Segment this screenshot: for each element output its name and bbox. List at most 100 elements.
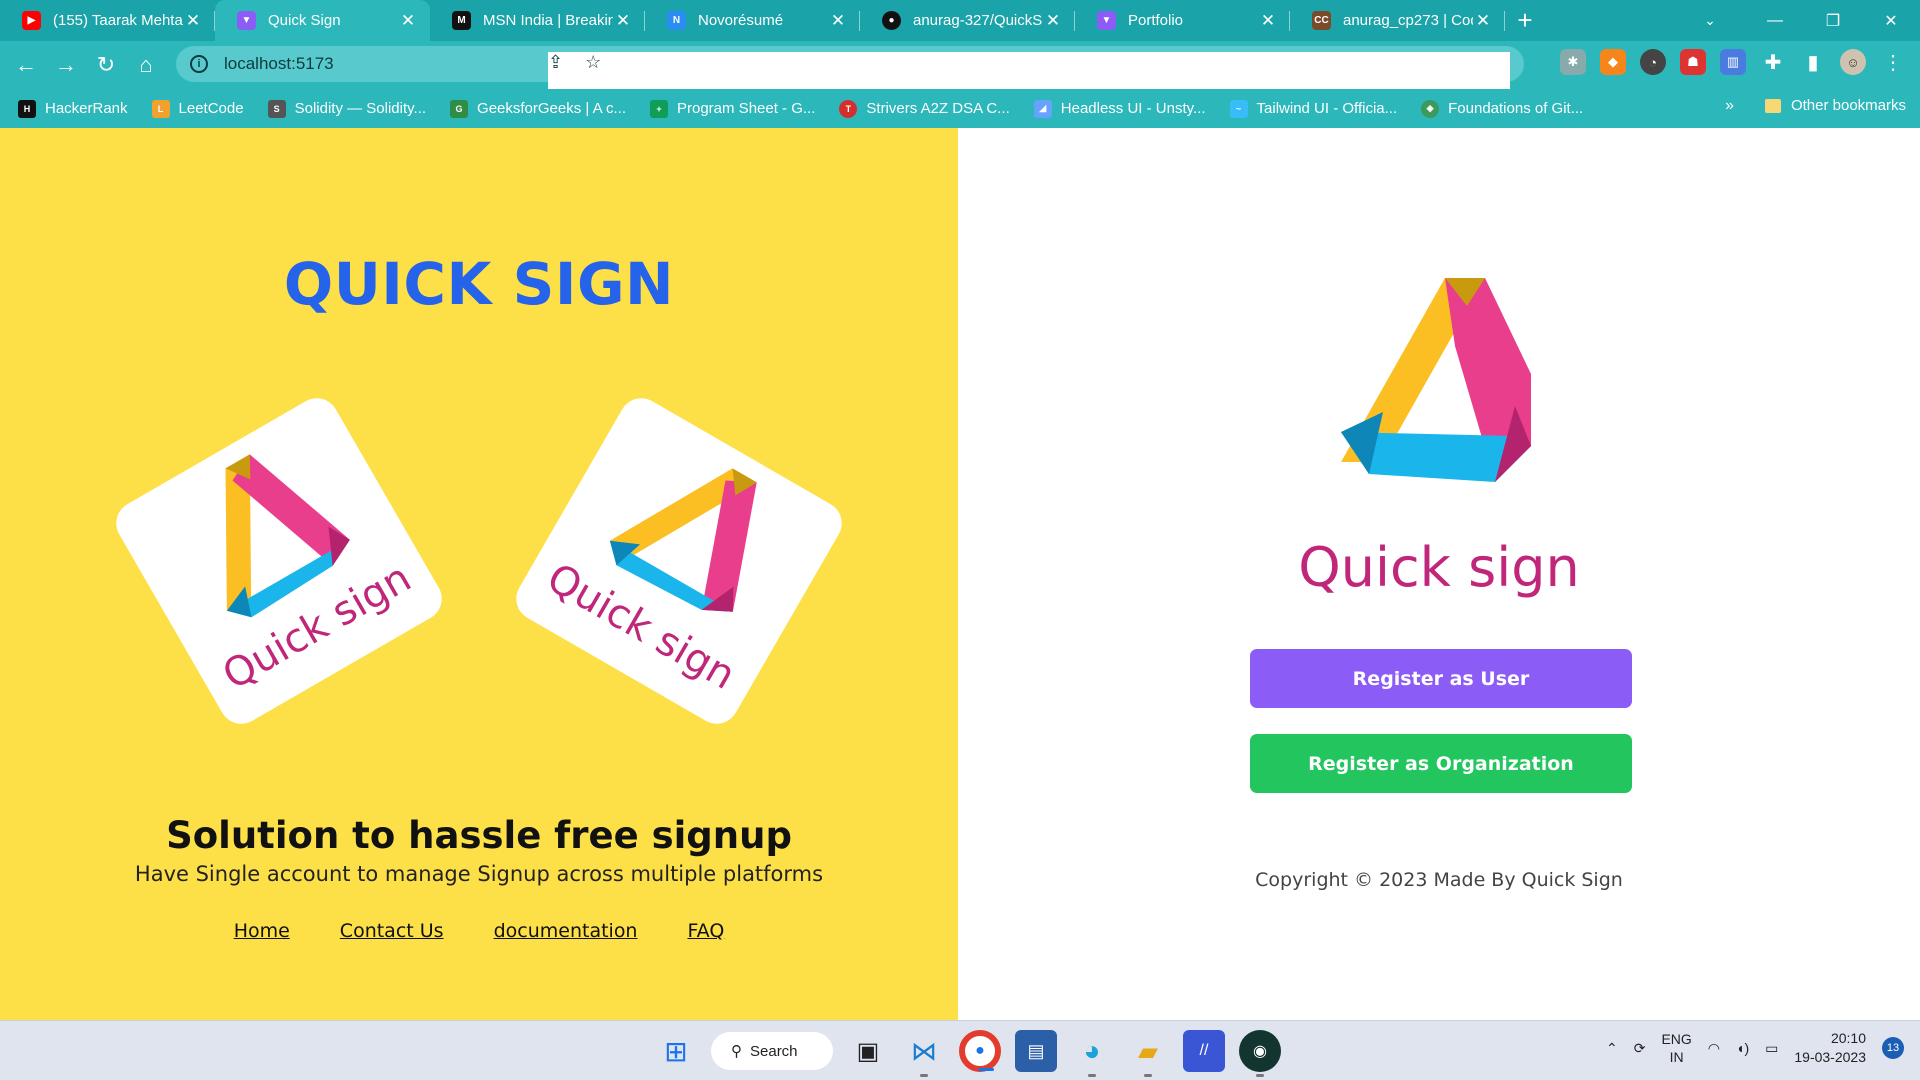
ublock-icon[interactable]: ☗	[1680, 49, 1706, 75]
bookmark-program-sheet[interactable]: + Program Sheet - G...	[650, 99, 815, 118]
clock-time: 20:10	[1830, 1030, 1866, 1046]
tab-youtube[interactable]: ▶ (155) Taarak Mehta Ka ✕	[0, 0, 215, 41]
other-bookmarks[interactable]: Other bookmarks	[1764, 97, 1906, 114]
github-icon: ●	[882, 11, 901, 30]
link-faq[interactable]: FAQ	[687, 920, 724, 942]
clock[interactable]: 20:10 19-03-2023	[1794, 1029, 1866, 1067]
tab-novoresume[interactable]: N Novorésumé ✕	[645, 0, 860, 41]
bookmark-leetcode[interactable]: L LeetCode	[151, 99, 244, 118]
tuf-icon: T	[839, 99, 858, 118]
language-indicator[interactable]: ENG IN	[1661, 1030, 1691, 1066]
tray-chevron-icon[interactable]: ⌃	[1606, 1040, 1618, 1057]
metamask-icon[interactable]: ◆	[1600, 49, 1626, 75]
new-tab-button[interactable]: +	[1505, 0, 1545, 41]
taskbar-search[interactable]: ⚲ Search	[711, 1032, 833, 1070]
bookmark-strivers[interactable]: T Strivers A2Z DSA C...	[839, 99, 1010, 118]
git-icon: ◈	[1421, 99, 1440, 118]
bookmark-git[interactable]: ◈ Foundations of Git...	[1421, 99, 1584, 118]
clock-date: 19-03-2023	[1794, 1049, 1866, 1065]
tab-msn[interactable]: M MSN India | Breaking ✕	[430, 0, 645, 41]
folder-icon	[1764, 98, 1781, 113]
link-documentation[interactable]: documentation	[494, 920, 638, 942]
sync-icon[interactable]: ⟳	[1634, 1040, 1646, 1057]
back-arrow-icon[interactable]: ←	[6, 45, 46, 85]
vscode-icon[interactable]: ⋈	[903, 1030, 945, 1077]
logo-label: Quick sign	[1298, 536, 1580, 599]
home-icon[interactable]: ⌂	[126, 45, 166, 85]
store-icon[interactable]: ▤	[1015, 1030, 1057, 1072]
link-contact-us[interactable]: Contact Us	[340, 920, 444, 942]
speedometer-icon[interactable]: ◔	[1640, 49, 1666, 75]
windows-start-icon[interactable]: ⊞	[655, 1030, 697, 1072]
bookmark-solidity[interactable]: S Solidity — Solidity...	[267, 99, 426, 118]
forward-arrow-icon[interactable]: →	[46, 45, 86, 85]
task-view-icon[interactable]: ▣	[847, 1030, 889, 1072]
bookmark-gfg[interactable]: G GeeksforGeeks | A c...	[450, 99, 626, 118]
search-icon: ⚲	[731, 1043, 742, 1060]
close-window-icon[interactable]: ✕	[1862, 0, 1920, 41]
pages-extension-icon[interactable]: ▥	[1720, 49, 1746, 75]
puzzle-icon[interactable]: ✚	[1760, 49, 1786, 75]
chrome-icon[interactable]: ●	[959, 1030, 1001, 1072]
tab-title: anurag-327/QuickSign	[913, 12, 1043, 29]
bookmark-label: Tailwind UI - Officia...	[1256, 100, 1398, 117]
tab-portfolio[interactable]: ▼ Portfolio ✕	[1075, 0, 1290, 41]
tab-separator	[1504, 11, 1505, 31]
reload-icon[interactable]: ↻	[86, 45, 126, 85]
url-text: localhost:5173	[224, 54, 334, 73]
close-tab-icon[interactable]: ✕	[183, 11, 203, 31]
tab-search-chevron-icon[interactable]: ⌄	[1690, 0, 1730, 41]
tab-title: anurag_cp273 | Codec	[1343, 12, 1473, 29]
close-tab-icon[interactable]: ✕	[828, 11, 848, 31]
copyright-text: Copyright © 2023 Made By Quick Sign	[1255, 869, 1623, 891]
notification-badge[interactable]: 13	[1882, 1037, 1904, 1059]
close-tab-icon[interactable]: ✕	[1473, 11, 1493, 31]
minimize-icon[interactable]: —	[1746, 0, 1804, 41]
restore-icon[interactable]: ❐	[1804, 0, 1862, 41]
brand-title: QUICK SIGN	[283, 250, 675, 318]
side-panel-icon[interactable]: ▮	[1800, 49, 1826, 75]
taskbar-apps: ⊞ ⚲ Search ▣ ⋈ ● ▤ ◕ ▰ // ◉	[655, 1030, 1281, 1077]
gfg-icon: G	[450, 99, 469, 118]
tab-github[interactable]: ● anurag-327/QuickSign ✕	[860, 0, 1075, 41]
battery-icon[interactable]: ▭	[1765, 1040, 1778, 1057]
bug-extension-icon[interactable]: ✱	[1560, 49, 1586, 75]
bookmark-tailwind[interactable]: ~ Tailwind UI - Officia...	[1229, 99, 1398, 118]
volume-icon[interactable]: ◖)	[1736, 1040, 1749, 1056]
window-controls: — ❐ ✕	[1746, 0, 1920, 41]
site-info-icon[interactable]: i	[190, 55, 208, 73]
link-home[interactable]: Home	[234, 920, 290, 942]
logo-card-right: Quick sign	[508, 390, 850, 732]
close-tab-icon[interactable]: ✕	[398, 11, 418, 31]
browser-toolbar: ← → ↻ ⌂ i localhost:5173 ⇪ ☆ ✱ ◆ ◔ ☗ ▥ ✚…	[0, 41, 1920, 944]
wifi-icon[interactable]: ◠	[1708, 1040, 1720, 1057]
close-tab-icon[interactable]: ✕	[613, 11, 633, 31]
more-bookmarks-chevron-icon[interactable]: »	[1725, 97, 1734, 115]
leetcode-icon: L	[151, 99, 170, 118]
file-explorer-icon[interactable]: ▰	[1127, 1030, 1169, 1077]
register-user-button[interactable]: Register as User	[1250, 649, 1632, 708]
tab-title: MSN India | Breaking	[483, 12, 613, 29]
bookmark-label: HackerRank	[45, 100, 128, 117]
register-organization-button[interactable]: Register as Organization	[1250, 734, 1632, 793]
language-code: ENG	[1661, 1031, 1692, 1047]
bookmark-headlessui[interactable]: ◢ Headless UI - Unsty...	[1033, 99, 1206, 118]
close-tab-icon[interactable]: ✕	[1043, 11, 1063, 31]
edge-icon[interactable]: ◕	[1071, 1030, 1113, 1077]
tab-quick-sign[interactable]: ▼ Quick Sign ✕	[215, 0, 430, 41]
auth-panel: Quick sign Register as User Register as …	[958, 128, 1920, 1020]
bookmark-label: Foundations of Git...	[1448, 100, 1584, 117]
tab-codechef[interactable]: CC anurag_cp273 | Codec ✕	[1290, 0, 1505, 41]
menu-kebab-icon[interactable]: ⋮	[1880, 49, 1906, 75]
mathworks-icon[interactable]: //	[1183, 1030, 1225, 1072]
tab-strip: ▶ (155) Taarak Mehta Ka ✕ ▼ Quick Sign ✕…	[0, 0, 1920, 41]
close-tab-icon[interactable]: ✕	[1258, 11, 1278, 31]
address-bar[interactable]: i localhost:5173 ⇪ ☆	[176, 46, 1524, 944]
bookmark-label: GeeksforGeeks | A c...	[477, 100, 626, 117]
gitkraken-icon[interactable]: ◉	[1239, 1030, 1281, 1077]
tab-title: Portfolio	[1128, 12, 1184, 29]
bookmark-hackerrank[interactable]: H HackerRank	[18, 99, 128, 118]
avatar[interactable]: ☺	[1840, 49, 1866, 75]
codechef-icon: CC	[1312, 11, 1331, 30]
bookmark-label: Strivers A2Z DSA C...	[866, 100, 1010, 117]
